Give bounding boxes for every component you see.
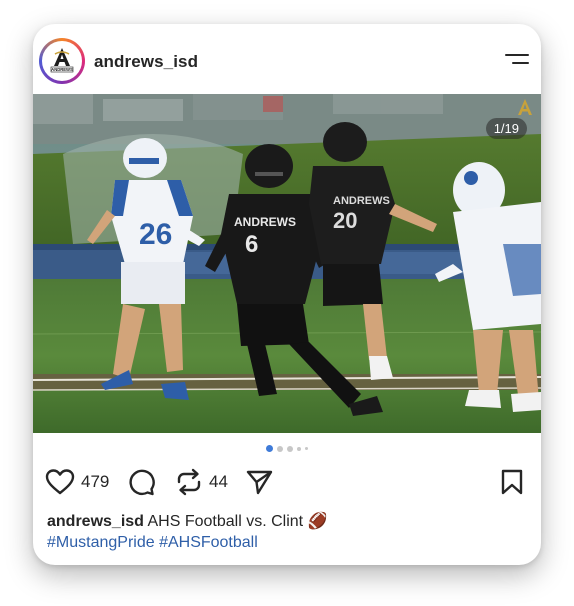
caption-username[interactable]: andrews_isd: [47, 513, 144, 530]
image-counter: 1/19: [485, 118, 527, 139]
menu-icon-line: [512, 62, 529, 65]
carousel-dot: [277, 445, 283, 452]
andrews-watermark-icon: [515, 98, 535, 118]
avatar-logo-text: ANDREWS: [51, 67, 73, 72]
action-bar: 479 44: [33, 464, 541, 504]
send-icon: [246, 470, 273, 495]
repost-button[interactable]: 44: [175, 468, 228, 496]
carousel-dot: [297, 446, 301, 451]
share-button[interactable]: [245, 468, 273, 496]
post-username[interactable]: andrews_isd: [94, 52, 198, 72]
carousel-dot: [266, 445, 273, 452]
post-header: ANDREWS andrews_isd: [33, 24, 541, 94]
avatar[interactable]: ANDREWS: [39, 38, 85, 84]
repost-icon: [177, 468, 201, 496]
save-button[interactable]: [499, 468, 525, 496]
svg-text:26: 26: [139, 218, 172, 251]
avatar-logo: ANDREWS: [42, 41, 82, 81]
like-count: 479: [81, 472, 110, 491]
post-hashtags[interactable]: #MustangPride #AHSFootball: [47, 533, 258, 553]
comment-icon: [129, 469, 155, 496]
carousel-dot: [287, 445, 293, 452]
jersey-text: ANDREWS: [234, 215, 296, 229]
andrews-logo-icon: ANDREWS: [50, 48, 74, 73]
post-card: ANDREWS andrews_isd 26 ANDREWS 6 ANDREWS…: [33, 24, 541, 565]
carousel-dot: [305, 447, 308, 450]
svg-text:20: 20: [333, 208, 357, 233]
bookmark-icon: [501, 469, 523, 495]
svg-text:6: 6: [245, 231, 258, 258]
caption-text: AHS Football vs. Clint 🏈: [147, 513, 328, 530]
svg-text:ANDREWS: ANDREWS: [333, 195, 390, 207]
repost-count: 44: [209, 472, 228, 491]
heart-icon: [45, 469, 75, 495]
menu-icon: [505, 54, 529, 57]
menu-button[interactable]: [503, 53, 529, 69]
like-button[interactable]: 479: [45, 468, 109, 496]
post-photo[interactable]: 26 ANDREWS 6 ANDREWS 20 1/19: [33, 94, 541, 433]
football-game-photo: 26 ANDREWS 6 ANDREWS 20: [33, 94, 541, 433]
post-caption: andrews_isd AHS Football vs. Clint 🏈: [47, 512, 327, 532]
carousel-dots: [33, 445, 541, 452]
comment-button[interactable]: [127, 468, 155, 496]
